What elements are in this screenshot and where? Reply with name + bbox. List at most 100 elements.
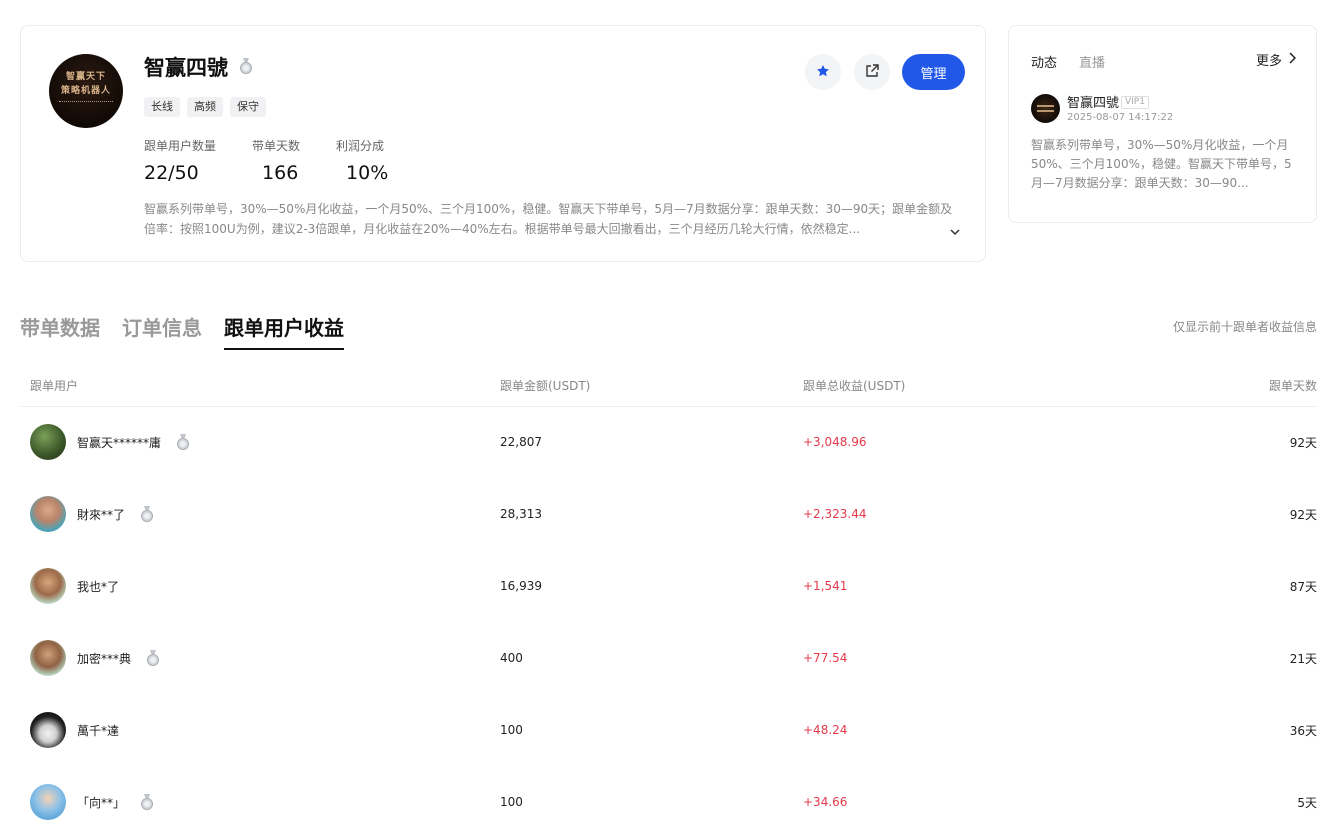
follower-avatar	[30, 496, 66, 532]
follower-avatar	[30, 640, 66, 676]
post-text[interactable]: 智赢系列带单号，30%—50%月化收益，一个月50%、三个月100%，稳健。智赢…	[1031, 136, 1299, 193]
follower-name: 財來**了	[77, 507, 126, 522]
table-row[interactable]: 財來**了 28,313 +2,323.44 92天	[20, 478, 1317, 550]
stat-profit-share: 利润分成 10%	[336, 138, 388, 184]
column-header-days: 跟单天数	[1103, 365, 1317, 407]
follower-name: 智赢天******庸	[77, 435, 162, 450]
cell-profit: +2,323.44	[803, 507, 867, 521]
follower-user[interactable]: 財來**了	[30, 496, 500, 532]
stat-label: 带单天数	[252, 139, 301, 153]
cell-days: 92天	[1289, 435, 1317, 450]
stat-value: 22/50	[144, 162, 199, 184]
table-row[interactable]: 加密***典 400 +77.54 21天	[20, 622, 1317, 694]
cell-days: 36天	[1289, 723, 1317, 738]
cell-days: 21天	[1289, 651, 1317, 666]
tab-updates[interactable]: 动态	[1031, 52, 1057, 71]
trader-profile-card: 智赢天下 策略机器人 智赢四號 长线 高频 保守 跟单用户数量 22/50 带单…	[20, 25, 986, 262]
cell-amount: 28,313	[500, 507, 542, 521]
cell-user: 加密***典	[20, 622, 500, 694]
follower-user[interactable]: 智赢天******庸	[30, 424, 500, 461]
trader-avatar: 智赢天下 策略机器人	[49, 54, 123, 128]
follower-avatar	[30, 784, 66, 820]
follower-earnings-table: 跟单用户 跟单金额(USDT) 跟单总收益(USDT) 跟单天数 智赢天****…	[20, 365, 1317, 834]
column-header-profit: 跟单总收益(USDT)	[803, 365, 1103, 407]
cell-user: 智赢天******庸	[20, 406, 500, 478]
share-icon	[865, 63, 879, 82]
cell-amount: 100	[500, 795, 523, 809]
trader-description: 智赢系列带单号，30%—50%月化收益，一个月50%、三个月100%，稳健。智赢…	[144, 202, 953, 236]
stat-label: 利润分成	[336, 139, 385, 153]
cell-user: 「向**」	[20, 766, 500, 834]
tab-live[interactable]: 直播	[1079, 52, 1105, 71]
avatar-text-line-1: 智赢天下	[65, 72, 106, 82]
expand-chevron-icon[interactable]	[949, 223, 961, 236]
more-label: 更多	[1255, 54, 1282, 69]
follower-user[interactable]: 萬千*達	[30, 712, 500, 748]
cell-profit: +48.24	[803, 723, 848, 737]
tab-order-info[interactable]: 订单信息	[122, 312, 202, 350]
follower-user[interactable]: 我也*了	[30, 568, 500, 604]
follower-name: 我也*了	[77, 579, 120, 594]
follower-user[interactable]: 「向**」	[30, 784, 500, 820]
tab-trade-data[interactable]: 带单数据	[20, 312, 100, 350]
follower-avatar	[30, 712, 66, 748]
stat-value: 166	[262, 162, 299, 184]
tag: 保守	[230, 97, 266, 117]
trader-tags: 长线 高频 保守	[144, 97, 266, 117]
table-row[interactable]: 我也*了 16,939 +1,541 87天	[20, 550, 1317, 622]
table-header-row: 跟单用户 跟单金额(USDT) 跟单总收益(USDT) 跟单天数	[20, 365, 1317, 407]
feed-tabs: 动态 直播	[1031, 52, 1105, 71]
post-author-avatar	[1031, 94, 1060, 123]
cell-amount: 22,807	[500, 435, 542, 450]
table-row[interactable]: 萬千*達 100 +48.24 36天	[20, 694, 1317, 766]
trader-name: 智赢四號	[144, 56, 228, 80]
stat-label: 跟单用户数量	[144, 139, 217, 153]
follower-name: 萬千*達	[77, 723, 120, 738]
follower-avatar	[30, 568, 66, 604]
cell-profit: +1,541	[803, 579, 848, 593]
tag: 长线	[144, 97, 180, 117]
avatar-text-line-2: 策略机器人	[60, 86, 111, 96]
feed-card: 动态 直播 更多 智赢四號 VIP1 2025-08-07 14:17:22 智…	[1008, 25, 1317, 223]
trader-stats: 跟单用户数量 22/50 带单天数 166 利润分成 10%	[144, 138, 424, 184]
column-header-amount: 跟单金额(USDT)	[500, 365, 803, 407]
vip-badge: VIP1	[1121, 96, 1149, 109]
share-button[interactable]	[854, 54, 890, 90]
cell-user: 我也*了	[20, 550, 500, 622]
column-header-user: 跟单用户	[20, 365, 500, 407]
silver-medal-icon	[239, 58, 253, 74]
main-tabs: 带单数据 订单信息 跟单用户收益	[20, 312, 344, 350]
cell-days: 5天	[1297, 795, 1317, 810]
silver-medal-icon	[146, 650, 160, 666]
cell-amount: 100	[500, 723, 523, 737]
cell-profit: +77.54	[803, 651, 848, 665]
stat-value: 10%	[346, 162, 389, 184]
tag: 高频	[187, 97, 223, 117]
cell-profit: +34.66	[803, 795, 848, 809]
favorite-button[interactable]	[805, 54, 841, 90]
table-row[interactable]: 智赢天******庸 22,807 +3,048.96 92天	[20, 406, 1317, 478]
post-author-name: 智赢四號	[1067, 96, 1120, 111]
stat-followers: 跟单用户数量 22/50	[144, 138, 216, 184]
tab-follower-earnings[interactable]: 跟单用户收益	[224, 312, 344, 350]
cell-amount: 400	[500, 651, 523, 665]
follower-user[interactable]: 加密***典	[30, 640, 500, 676]
manage-button[interactable]: 管理	[902, 54, 965, 90]
more-link[interactable]: 更多	[1255, 50, 1297, 69]
follower-avatar	[30, 424, 66, 461]
cell-days: 92天	[1289, 507, 1317, 522]
star-icon	[816, 63, 830, 82]
post-timestamp: 2025-08-07 14:17:22	[1067, 112, 1174, 123]
silver-medal-icon	[140, 794, 154, 810]
follower-name: 加密***典	[77, 651, 132, 666]
cell-profit: +3,048.96	[803, 435, 867, 450]
follower-name: 「向**」	[77, 795, 126, 810]
top-ten-notice: 仅显示前十跟单者收益信息	[1172, 320, 1317, 334]
stat-days: 带单天数 166	[252, 138, 300, 184]
cell-user: 萬千*達	[20, 694, 500, 766]
table-row[interactable]: 「向**」 100 +34.66 5天	[20, 766, 1317, 834]
cell-user: 財來**了	[20, 478, 500, 550]
silver-medal-icon	[176, 434, 190, 451]
cell-days: 87天	[1289, 579, 1317, 594]
silver-medal-icon	[140, 506, 154, 522]
